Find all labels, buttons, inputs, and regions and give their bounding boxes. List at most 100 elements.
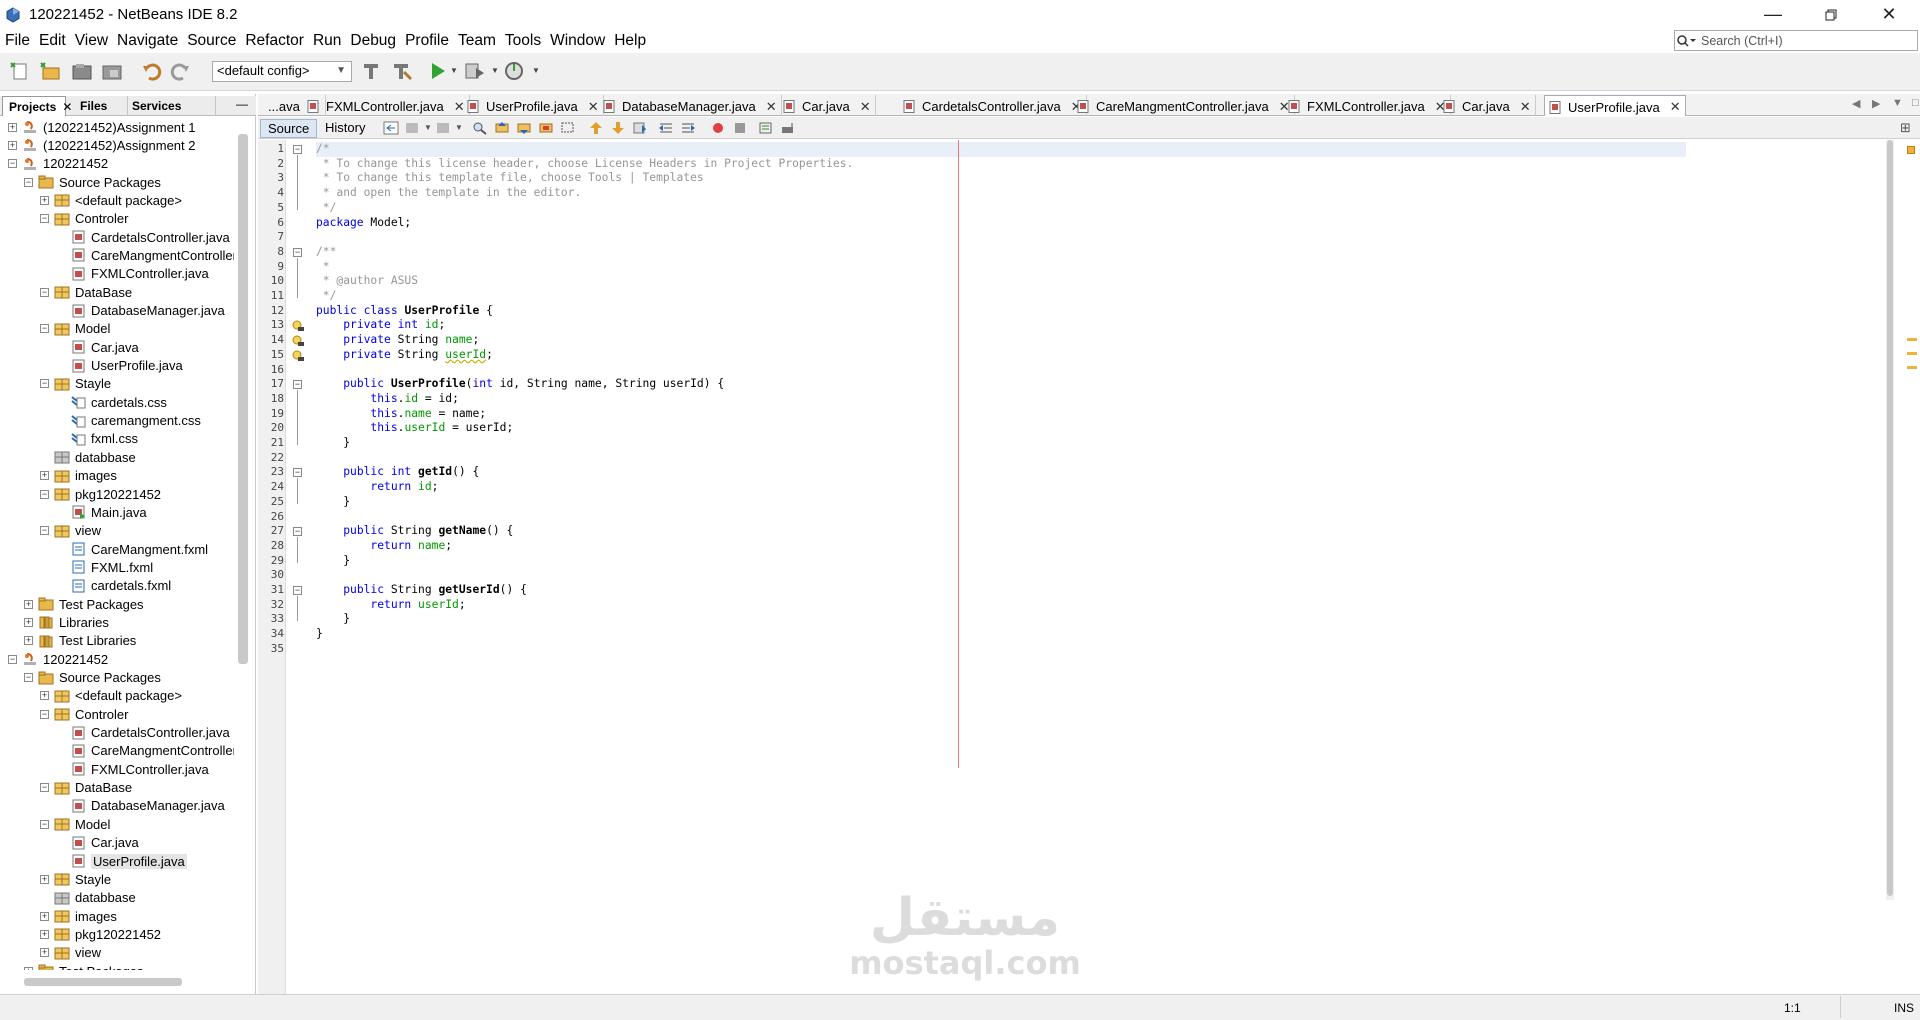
collapse-fold-icon[interactable]: − — [293, 380, 302, 390]
editor-tab[interactable]: UserProfile.java ✕ — [1544, 95, 1686, 116]
collapse-icon[interactable]: − — [40, 324, 49, 334]
menu-window[interactable]: Window — [546, 32, 609, 50]
warning-marker[interactable] — [1907, 366, 1917, 369]
tree-node[interactable]: + Stayle — [40, 870, 111, 888]
expand-icon[interactable]: + — [24, 636, 33, 646]
tree-node[interactable]: − DataBase — [40, 779, 132, 797]
show-opened-documents-icon[interactable]: ▼ — [1892, 97, 1903, 109]
debug-dropdown-arrow-icon[interactable]: ▼ — [491, 66, 499, 75]
split-editor-icon[interactable]: ⊞ — [1900, 120, 1911, 136]
tree-node[interactable]: DatabaseManager.java — [56, 302, 225, 320]
scroll-tabs-right-icon[interactable]: ▶ — [1872, 97, 1880, 110]
warning-hint-icon[interactable] — [292, 350, 304, 361]
collapse-icon[interactable]: − — [8, 159, 17, 169]
config-dropdown[interactable]: <default config> ▼ — [212, 61, 352, 82]
previous-bookmark-icon[interactable] — [588, 121, 604, 135]
clean-build-icon[interactable] — [390, 60, 414, 82]
tree-node[interactable]: + Test Libraries — [24, 632, 136, 650]
menu-view[interactable]: View — [71, 32, 112, 50]
close-icon[interactable]: ✕ — [860, 99, 871, 115]
source-view-button[interactable]: Source — [260, 119, 318, 138]
tree-node[interactable]: databbase — [40, 889, 136, 907]
tree-node[interactable]: FXMLController.java — [56, 760, 209, 778]
collapse-fold-icon[interactable]: − — [293, 527, 302, 537]
menu-edit[interactable]: Edit — [35, 32, 70, 50]
editor-tab[interactable]: FXMLController.java ✕ — [303, 95, 470, 116]
collapse-icon[interactable]: − — [40, 709, 49, 719]
tree-node[interactable]: − Model — [40, 815, 110, 833]
tree-node[interactable]: FXML.fxml — [56, 558, 153, 576]
menu-refactor[interactable]: Refactor — [241, 32, 308, 50]
expand-icon[interactable]: + — [40, 911, 49, 921]
undo-icon[interactable] — [140, 60, 164, 82]
close-icon[interactable]: ✕ — [588, 99, 599, 115]
collapse-icon[interactable]: − — [40, 819, 49, 829]
debug-project-icon[interactable] — [462, 60, 486, 82]
editor-tab[interactable]: DatabaseManager.java ✕ — [599, 95, 782, 116]
close-icon[interactable]: ✕ — [62, 100, 72, 114]
toggle-highlight-icon[interactable] — [538, 121, 554, 135]
expand-icon[interactable]: + — [40, 929, 49, 939]
find-next-icon[interactable] — [516, 121, 532, 135]
editor-vertical-scrollbar[interactable] — [1886, 140, 1894, 900]
expand-icon[interactable]: + — [40, 874, 49, 884]
close-project-icon[interactable] — [100, 60, 124, 82]
scroll-tabs-left-icon[interactable]: ◀ — [1852, 97, 1860, 110]
redo-icon[interactable] — [168, 60, 192, 82]
find-selection-icon[interactable] — [472, 121, 488, 135]
run-dropdown-arrow-icon[interactable]: ▼ — [450, 66, 458, 75]
collapse-fold-icon[interactable]: − — [293, 145, 302, 154]
close-icon[interactable]: ✕ — [766, 99, 777, 115]
tree-node[interactable]: databbase — [40, 448, 136, 466]
tree-node[interactable]: cardetals.fxml — [56, 577, 171, 595]
menu-profile[interactable]: Profile — [401, 32, 453, 50]
back-dropdown-arrow-icon[interactable]: ▼ — [424, 123, 432, 132]
tree-node[interactable]: − Stayle — [40, 375, 111, 393]
tree-node[interactable]: DatabaseManager.java — [56, 797, 225, 815]
menu-help[interactable]: Help — [610, 32, 650, 50]
tree-node[interactable]: − view — [40, 522, 101, 540]
editor-tab[interactable]: UserProfile.java ✕ — [463, 95, 604, 116]
tree-node[interactable]: − Source Packages — [24, 669, 161, 687]
editor-tab[interactable]: Car.java ✕ — [779, 95, 876, 116]
collapse-icon[interactable]: − — [40, 783, 49, 793]
back-icon[interactable] — [405, 121, 421, 135]
history-view-button[interactable]: History — [318, 119, 372, 138]
next-bookmark-icon[interactable] — [610, 121, 626, 135]
tree-node[interactable]: − Controler — [40, 210, 128, 228]
tree-node[interactable]: − 120221452 — [8, 650, 108, 668]
profile-dropdown-arrow-icon[interactable]: ▼ — [532, 66, 540, 75]
editor-tab[interactable]: CareMangmentController.java ✕ — [1073, 95, 1295, 116]
comment-icon[interactable] — [758, 121, 774, 135]
tree-node[interactable]: + images — [40, 907, 117, 925]
menu-team[interactable]: Team — [454, 32, 500, 50]
editor-tab[interactable]: CardetalsController.java ✕ — [899, 95, 1087, 116]
menu-debug[interactable]: Debug — [346, 32, 400, 50]
last-edit-icon[interactable] — [383, 121, 399, 135]
collapse-fold-icon[interactable]: − — [293, 247, 302, 257]
close-icon[interactable]: ✕ — [1520, 99, 1531, 115]
scrollbar-thumb[interactable] — [1887, 140, 1893, 896]
warning-marker[interactable] — [1907, 338, 1917, 341]
code-area[interactable]: /* * To change this license header, choo… — [316, 140, 1856, 994]
collapse-fold-icon[interactable]: − — [293, 468, 302, 478]
tree-node[interactable]: + Libraries — [24, 613, 109, 631]
collapse-icon[interactable]: − — [8, 654, 17, 664]
expand-icon[interactable]: + — [24, 966, 33, 970]
collapse-icon[interactable]: − — [40, 526, 49, 536]
menu-file[interactable]: File — [1, 32, 34, 50]
maximize-window-icon[interactable]: □ — [1912, 97, 1919, 109]
find-previous-icon[interactable] — [494, 121, 510, 135]
tree-horizontal-scrollbar[interactable] — [24, 978, 182, 986]
tree-node[interactable]: + (120221452)Assignment 2 — [8, 136, 196, 154]
tree-node[interactable]: FXMLController.java — [56, 265, 209, 283]
uncomment-icon[interactable] — [780, 121, 796, 135]
build-project-icon[interactable] — [360, 60, 384, 82]
tree-vertical-scrollbar[interactable] — [238, 134, 248, 664]
toggle-rectangular-selection-icon[interactable] — [560, 121, 576, 135]
tree-node[interactable]: CareMangmentController.java — [56, 246, 234, 264]
tree-node[interactable]: + <default package> — [40, 687, 182, 705]
menu-source[interactable]: Source — [183, 32, 240, 50]
editor-tab[interactable]: FXMLController.java ✕ — [1284, 95, 1451, 116]
tree-node[interactable]: UserProfile.java — [56, 357, 183, 375]
